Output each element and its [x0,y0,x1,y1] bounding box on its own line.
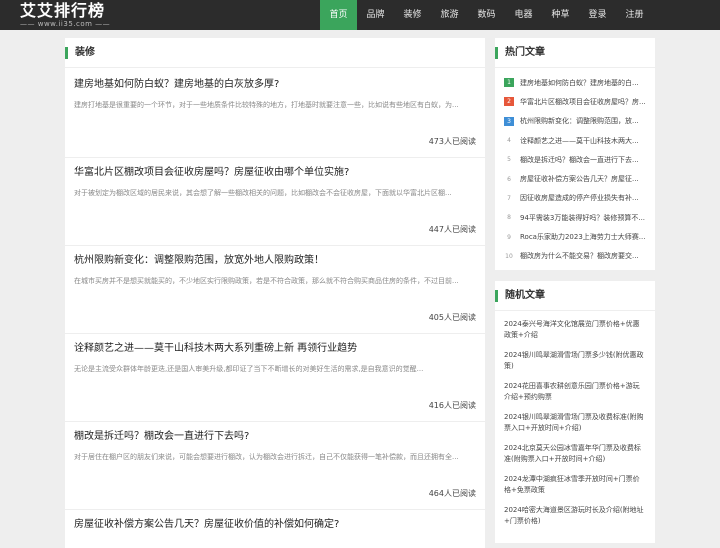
hot-list-item[interactable]: 5 棚改是拆迁吗？棚改会一直进行下去... [504,150,646,169]
article-read-count: 405人已阅读 [428,313,476,322]
article-title[interactable]: 建房地基如何防白蚁？建房地基的白灰放多厚? [74,78,279,92]
hot-section-title: 热门文章 [505,47,545,58]
rank-badge: 4 [507,137,511,145]
section-header: 装修 [65,38,485,68]
article-read-count: 464人已阅读 [428,489,476,498]
article-title[interactable]: 杭州限购新变化：调整限购范围，放宽外地人限购政策！ [74,254,324,268]
article-divider [65,157,485,158]
rank-badge: 1 [504,78,514,88]
hot-list: 1 建房地基如何防白蚁？建房地基的白... 2 华富北片区棚改项目会征收房屋吗？房.… [495,68,655,266]
hot-list-item[interactable]: 7 因征收房屋造成的停产停业损失有补... [504,189,646,208]
random-section-title: 随机文章 [505,290,545,301]
nav-home[interactable]: 首页 [320,0,357,30]
nav-register[interactable]: 注册 [616,0,653,30]
hot-section-header: 热门文章 [495,38,655,68]
hot-list-item[interactable]: 2 华富北片区棚改项目会征收房屋吗？房... [504,92,646,111]
hot-list-item[interactable]: 1 建房地基如何防白蚁？建房地基的白... [504,73,646,92]
hot-list-item[interactable]: 3 杭州限购新变化：调整限购范围，放... [504,112,646,131]
article-divider [65,245,485,246]
logo-title: 艾艾排行榜 [20,1,106,20]
article-read-count: 416人已阅读 [428,401,476,410]
nav-appliance[interactable]: 电器 [505,0,542,30]
section-accent-bar [65,47,68,59]
random-articles-panel: 随机文章 2024泰兴号海洋文化馆展览门票价格+优惠政策+介绍 2024银川鸣翠… [495,281,655,543]
random-list-item[interactable]: 2024哈密大海道景区游玩时长及介绍(附地址+门票价格) [504,505,646,527]
hot-list-item[interactable]: 10 棚改房为什么不能交易？棚改房要交... [504,247,646,266]
article-excerpt: 对于居住在棚户区的朋友们来说，可能会想要进行棚改，认为棚改会进行拆迁，自己不仅能… [74,453,459,461]
main-nav: 首页 品牌 装修 旅游 数码 电器 种草 登录 注册 [320,0,653,30]
random-list-item[interactable]: 2024北京莫天公园冰雪嘉年华门票及收费标准(附购票入口+开放时间+介绍) [504,443,646,465]
rank-badge: 10 [505,252,513,260]
logo-subtitle: —— www.ii35.com —— [20,20,111,28]
nav-decoration[interactable]: 装修 [394,0,431,30]
article-excerpt: 无论是主流受众群体年龄更迭,还是国人审美升级,都印证了当下不断增长的对美好生活的… [74,365,424,373]
rank-badge: 5 [507,156,511,164]
random-section-header: 随机文章 [495,281,655,311]
nav-travel[interactable]: 旅游 [431,0,468,30]
article-title[interactable]: 诠释颜艺之进——莫干山科技木两大系列重磅上新 再领行业趋势 [74,342,357,356]
nav-brand[interactable]: 品牌 [357,0,394,30]
article-excerpt: 在城市买房并不是想买就能买的，不少地区实行限购政策，若是不符合政策，那么就不符合… [74,277,459,285]
random-list-item[interactable]: 2024银川鸣翠湖滑雪场门票及收费标准(附购票入口+开放时间+介绍) [504,412,646,434]
rank-badge: 8 [507,214,511,222]
hot-list-item[interactable]: 6 房屋征收补偿方案公告几天？房屋征... [504,169,646,188]
article-excerpt: 对于被划定为棚改区域的居民来说，其会想了解一些棚改相关的问题，比如棚改会不会征收… [74,189,452,197]
hot-articles-panel: 热门文章 1 建房地基如何防白蚁？建房地基的白... 2 华富北片区棚改项目会征收房… [495,38,655,270]
random-list-item[interactable]: 2024银川鸣翠湖滑雪场门票多少钱(附优惠政策) [504,350,646,372]
random-list-item[interactable]: 2024泰兴号海洋文化馆展览门票价格+优惠政策+介绍 [504,319,646,341]
random-list-item[interactable]: 2024龙潭中湖疯狂冰雪季开放时间+门票价格+免票政策 [504,474,646,496]
rank-badge: 7 [507,194,511,202]
hot-list-item[interactable]: 4 诠释颜艺之进——莫干山科技木两大... [504,131,646,150]
section-accent-bar [495,47,498,59]
article-title[interactable]: 华富北片区棚改项目会征收房屋吗？房屋征收由哪个单位实施? [74,166,349,180]
section-accent-bar [495,290,498,302]
article-excerpt: 建房打地基是很重要的一个环节，对于一些地质条件比较特殊的地方，打地基时就要注意一… [74,101,459,109]
article-list-panel: 装修 [65,38,485,548]
random-list-item[interactable]: 2024花田喜事农耕创意乐园门票价格+游玩介绍+预约购票 [504,381,646,403]
random-list: 2024泰兴号海洋文化馆展览门票价格+优惠政策+介绍 2024银川鸣翠湖滑雪场门… [495,311,655,527]
article-read-count: 447人已阅读 [428,225,476,234]
hot-list-item[interactable]: 9 Roca乐家助力2023上海劳力士大师赛... [504,227,646,246]
top-bar: 艾艾排行榜 —— www.ii35.com —— 首页 品牌 装修 旅游 数码 … [0,0,720,30]
article-title[interactable]: 房屋征收补偿方案公告几天？房屋征收价值的补偿如何确定? [74,518,339,532]
nav-recommend[interactable]: 种草 [542,0,579,30]
rank-badge: 2 [504,97,514,107]
rank-badge: 3 [504,116,514,126]
article-divider [65,333,485,334]
article-divider [65,509,485,510]
rank-badge: 6 [507,175,511,183]
nav-login[interactable]: 登录 [579,0,616,30]
section-title: 装修 [75,47,95,58]
hot-list-item[interactable]: 8 94平需装3万能装得好吗？装修预算不... [504,208,646,227]
site-logo[interactable]: 艾艾排行榜 —— www.ii35.com —— [20,2,160,30]
article-divider [65,421,485,422]
rank-badge: 9 [507,233,511,241]
article-read-count: 473人已阅读 [428,137,476,146]
article-title[interactable]: 棚改是拆迁吗？棚改会一直进行下去吗? [74,430,249,444]
nav-digital[interactable]: 数码 [468,0,505,30]
